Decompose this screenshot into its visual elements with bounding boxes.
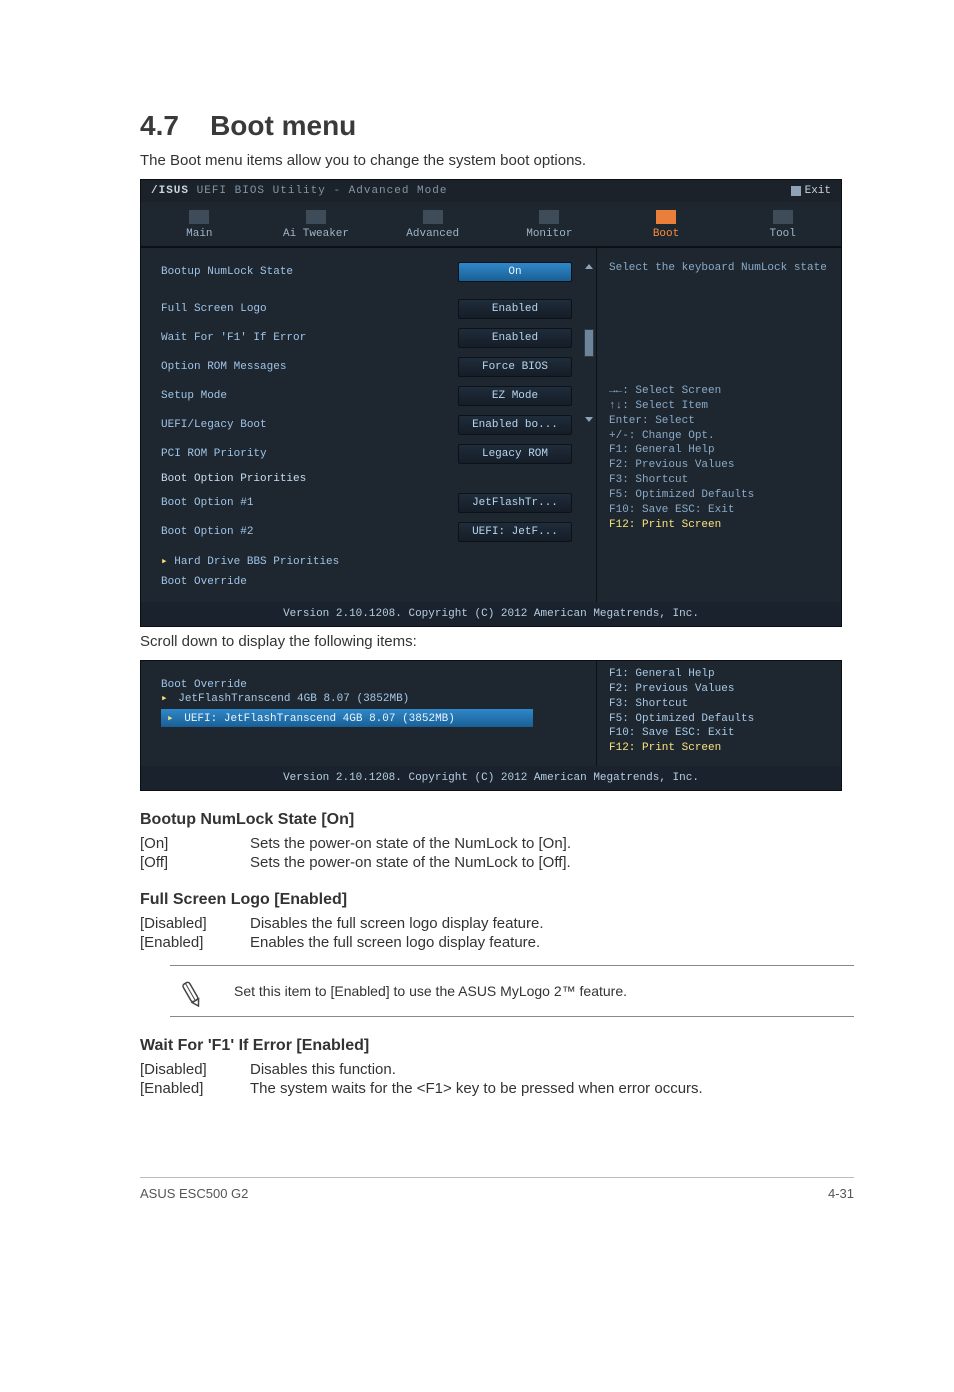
advanced-icon [423,210,443,224]
row-label: Bootup NumLock State [161,266,293,278]
bios-brand: /ISUS UEFI BIOS Utility - Advanced Mode [151,185,447,197]
waitf1-heading: Wait For 'F1' If Error [Enabled] [140,1037,854,1055]
numlock-on-row: [On] Sets the power-on state of the NumL… [140,835,854,852]
row-bootup-numlock[interactable]: Bootup NumLock State On [161,262,572,282]
ai-tweaker-tab[interactable]: Ai Tweaker [258,202,375,246]
footer-right: 4-31 [828,1186,854,1201]
scrollbar[interactable] [584,264,594,422]
chevron-right-icon: ▸ [161,556,168,568]
boot-tab[interactable]: Boot [608,202,725,246]
frag-override-heading: Boot Override [161,679,586,691]
bios-version: Version 2.10.1208. Copyright (C) 2012 Am… [141,602,841,626]
monitor-icon [539,210,559,224]
note-text: Set this item to [Enabled] to use the AS… [234,983,627,999]
arrow-down-icon [585,417,593,422]
tool-icon [773,210,793,224]
chevron-right-icon: ▸ [167,713,174,725]
section-title: Boot menu [210,110,356,141]
row-full-screen-logo[interactable]: Full Screen Logo Enabled [161,299,572,319]
frag-key-hints: F1: General Help F2: Previous Values F3:… [596,661,841,766]
help-text: Select the keyboard NumLock state [609,262,829,274]
row-setup-mode[interactable]: Setup Mode EZ Mode [161,386,572,406]
intro-text: The Boot menu items allow you to change … [140,150,854,171]
fullscreen-disabled-row: [Disabled] Disables the full screen logo… [140,915,854,932]
row-boot-option-1[interactable]: Boot Option #1 JetFlashTr... [161,493,572,513]
advanced-tab[interactable]: Advanced [374,202,491,246]
tool-tab[interactable]: Tool [724,202,841,246]
exit-button[interactable]: Exit [791,185,831,197]
frag-device-2[interactable]: ▸ UEFI: JetFlashTranscend 4GB 8.07 (3852… [161,709,533,727]
frag-device-1[interactable]: ▸ JetFlashTranscend 4GB 8.07 (3852MB) [161,691,586,705]
power-icon [656,210,676,224]
fullscreen-heading: Full Screen Logo [Enabled] [140,891,854,909]
tweaker-icon [306,210,326,224]
row-pci-rom-priority[interactable]: PCI ROM Priority Legacy ROM [161,444,572,464]
row-hard-drive-bbs[interactable]: ▸ Hard Drive BBS Priorities [161,554,572,568]
main-tab[interactable]: Main [141,202,258,246]
scroll-thumb[interactable] [584,329,594,357]
boot-priorities-heading: Boot Option Priorities [161,473,572,485]
pencil-icon [175,970,219,1013]
list-icon [189,210,209,224]
arrow-up-icon [585,264,593,269]
note-box: Set this item to [Enabled] to use the AS… [170,965,854,1017]
footer-left: ASUS ESC500 G2 [140,1186,248,1201]
bios-tabs: Main Ai Tweaker Advanced Monitor Boot To… [141,202,841,247]
frag-version: Version 2.10.1208. Copyright (C) 2012 Am… [141,766,841,790]
waitf1-enabled-row: [Enabled] The system waits for the <F1> … [140,1080,854,1097]
page-footer: ASUS ESC500 G2 4-31 [140,1177,854,1201]
section-heading: 4.7 Boot menu [140,110,854,142]
fullscreen-enabled-row: [Enabled] Enables the full screen logo d… [140,934,854,951]
chevron-right-icon: ▸ [161,693,168,705]
bios-window: /ISUS UEFI BIOS Utility - Advanced Mode … [140,179,842,627]
row-value[interactable]: On [458,262,572,282]
row-option-rom[interactable]: Option ROM Messages Force BIOS [161,357,572,377]
exit-icon [791,186,801,196]
numlock-off-row: [Off] Sets the power-on state of the Num… [140,854,854,871]
bios-fragment: Boot Override ▸ JetFlashTranscend 4GB 8.… [140,660,842,791]
boot-override-heading: Boot Override [161,576,572,588]
waitf1-disabled-row: [Disabled] Disables this function. [140,1061,854,1078]
bios-titlebar: /ISUS UEFI BIOS Utility - Advanced Mode … [141,180,841,202]
section-number: 4.7 [140,110,179,141]
monitor-tab[interactable]: Monitor [491,202,608,246]
key-hints: →←: Select Screen ↑↓: Select Item Enter:… [609,384,829,532]
scroll-caption: Scroll down to display the following ite… [140,633,854,650]
numlock-heading: Bootup NumLock State [On] [140,811,854,829]
row-uefi-legacy[interactable]: UEFI/Legacy Boot Enabled bo... [161,415,572,435]
row-wait-f1[interactable]: Wait For 'F1' If Error Enabled [161,328,572,348]
row-boot-option-2[interactable]: Boot Option #2 UEFI: JetF... [161,522,572,542]
